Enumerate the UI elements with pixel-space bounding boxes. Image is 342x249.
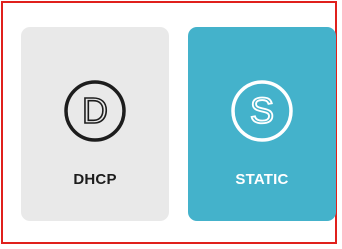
letter-s-circle-icon: S <box>230 79 294 143</box>
dhcp-icon-glyph: D <box>82 90 108 131</box>
static-icon-glyph: S <box>250 90 274 131</box>
static-option-card[interactable]: S STATIC <box>188 27 336 221</box>
dhcp-option-card[interactable]: D DHCP <box>21 27 169 221</box>
ip-mode-selector: D DHCP S STATIC <box>1 1 337 244</box>
letter-d-circle-icon: D <box>63 79 127 143</box>
static-label: STATIC <box>235 171 289 188</box>
dhcp-label: DHCP <box>73 171 117 188</box>
